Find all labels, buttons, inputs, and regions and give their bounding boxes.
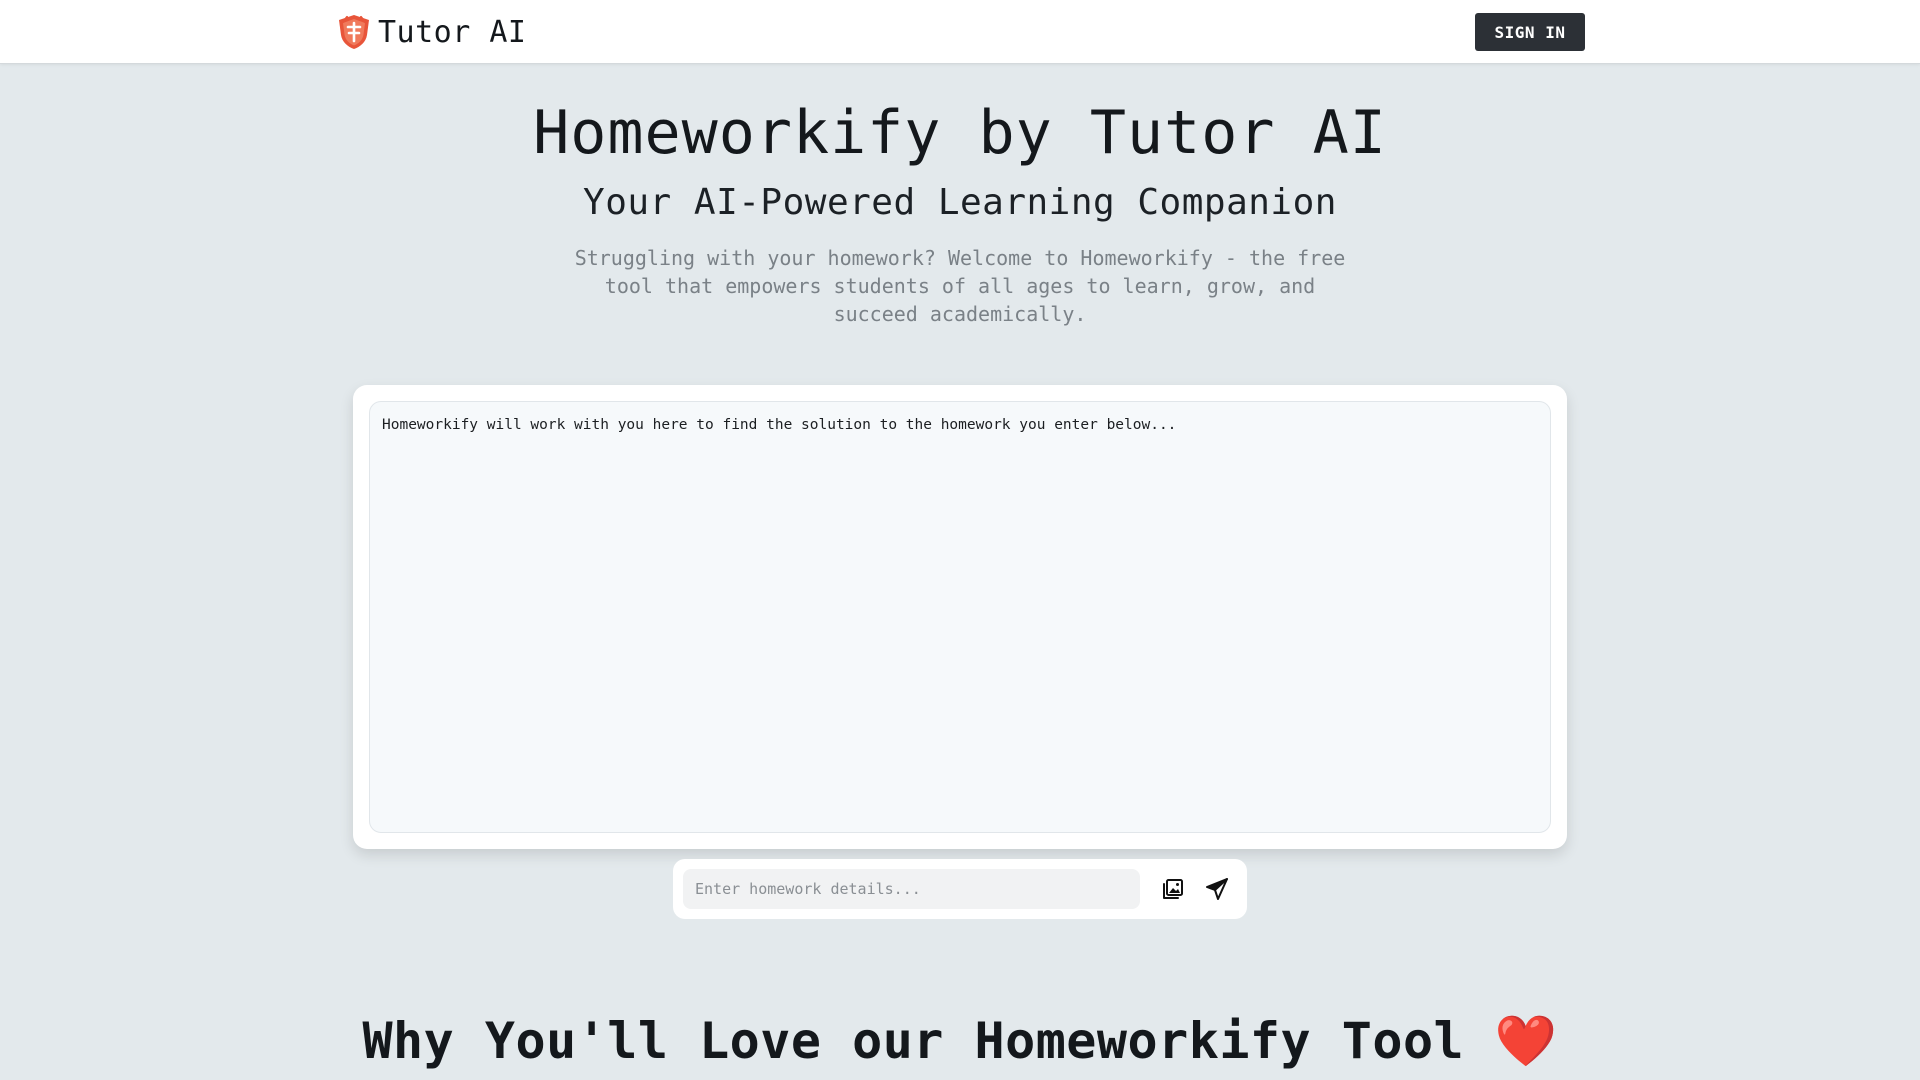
- shield-logo-icon: [336, 13, 372, 51]
- features-heading-text: Why You'll Love our Homeworkify Tool: [362, 1012, 1465, 1070]
- chat-transcript[interactable]: Homeworkify will work with you here to f…: [369, 401, 1551, 833]
- chat-card: Homeworkify will work with you here to f…: [353, 385, 1567, 849]
- sign-in-button[interactable]: SIGN IN: [1475, 13, 1585, 51]
- heart-icon: ❤️: [1494, 1012, 1558, 1070]
- image-upload-icon: [1161, 877, 1185, 901]
- top-navbar: Tutor AI SIGN IN: [0, 0, 1920, 64]
- homework-details-input[interactable]: [683, 869, 1140, 909]
- send-icon: [1205, 877, 1229, 901]
- page-title: Homeworkify by Tutor AI: [533, 98, 1387, 168]
- brand-name: Tutor AI: [378, 14, 527, 50]
- chat-intro-message: Homeworkify will work with you here to f…: [382, 417, 1177, 433]
- hero-description: Struggling with your homework? Welcome t…: [574, 246, 1346, 326]
- send-button[interactable]: [1201, 873, 1233, 905]
- features-heading: Why You'll Love our Homeworkify Tool ❤️: [0, 1012, 1920, 1071]
- homework-input-bar: [673, 859, 1247, 919]
- upload-image-button[interactable]: [1157, 873, 1189, 905]
- brand-link[interactable]: Tutor AI: [336, 12, 527, 52]
- page-subtitle: Your AI-Powered Learning Companion: [583, 182, 1337, 223]
